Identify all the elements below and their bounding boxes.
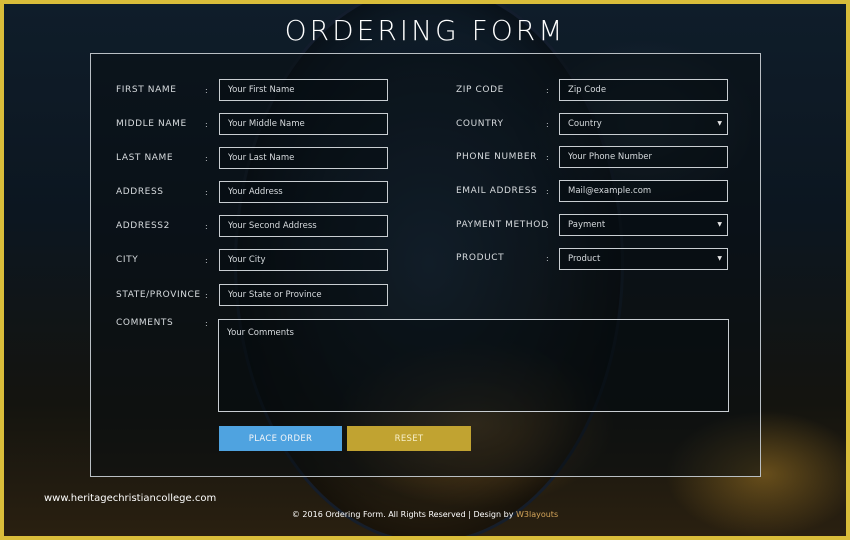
comments-label: COMMENTS — [116, 318, 174, 328]
footer-copyright: © 2016 Ordering Form. All Rights Reserve… — [291, 510, 516, 519]
address2-input[interactable]: Your Second Address — [219, 215, 388, 237]
order-form: FIRST NAME : Your First Name MIDDLE NAME… — [90, 53, 761, 477]
middle-name-label: MIDDLE NAME — [116, 119, 187, 129]
colon: : — [205, 154, 208, 163]
colon: : — [205, 291, 208, 300]
colon: : — [546, 221, 549, 230]
address-input[interactable]: Your Address — [219, 181, 388, 203]
place-order-button[interactable]: PLACE ORDER — [219, 426, 342, 451]
state-province-input[interactable]: Your State or Province — [219, 284, 388, 306]
phone-number-input[interactable]: Your Phone Number — [559, 146, 728, 168]
colon: : — [546, 187, 549, 196]
zip-code-label: ZIP CODE — [456, 85, 504, 95]
payment-method-label: PAYMENT METHOD — [456, 220, 549, 230]
footer: © 2016 Ordering Form. All Rights Reserve… — [4, 510, 846, 519]
colon: : — [205, 120, 208, 129]
address-label: ADDRESS — [116, 187, 164, 197]
phone-number-label: PHONE NUMBER — [456, 152, 537, 162]
country-label: COUNTRY — [456, 119, 504, 129]
colon: : — [546, 120, 549, 129]
city-label: CITY — [116, 255, 139, 265]
product-label: PRODUCT — [456, 253, 505, 263]
email-address-label: EMAIL ADDRESS — [456, 186, 538, 196]
colon: : — [546, 153, 549, 162]
colon: : — [205, 256, 208, 265]
chevron-down-icon: ▼ — [717, 221, 722, 228]
watermark-url: www.heritagechristiancollege.com — [44, 493, 217, 504]
reset-button[interactable]: RESET — [347, 426, 471, 451]
middle-name-input[interactable]: Your Middle Name — [219, 113, 388, 135]
last-name-label: LAST NAME — [116, 153, 174, 163]
colon: : — [546, 86, 549, 95]
colon: : — [546, 254, 549, 263]
email-address-input[interactable]: Mail@example.com — [559, 180, 728, 202]
comments-textarea[interactable]: Your Comments — [218, 319, 729, 412]
zip-code-input[interactable]: Zip Code — [559, 79, 728, 101]
payment-method-select[interactable]: Payment ▼ — [559, 214, 728, 236]
page-frame: ORDERING FORM FIRST NAME : Your First Na… — [4, 4, 846, 536]
city-input[interactable]: Your City — [219, 249, 388, 271]
product-select[interactable]: Product ▼ — [559, 248, 728, 270]
first-name-input[interactable]: Your First Name — [219, 79, 388, 101]
first-name-label: FIRST NAME — [116, 85, 177, 95]
address2-label: ADDRESS2 — [116, 221, 170, 231]
footer-brand-link[interactable]: W3layouts — [516, 510, 558, 519]
colon: : — [205, 86, 208, 95]
page-title: ORDERING FORM — [284, 14, 566, 47]
country-select[interactable]: Country ▼ — [559, 113, 728, 135]
chevron-down-icon: ▼ — [717, 120, 722, 127]
colon: : — [205, 319, 208, 328]
colon: : — [205, 188, 208, 197]
state-province-label: STATE/PROVINCE — [116, 290, 201, 300]
chevron-down-icon: ▼ — [717, 255, 722, 262]
last-name-input[interactable]: Your Last Name — [219, 147, 388, 169]
colon: : — [205, 222, 208, 231]
